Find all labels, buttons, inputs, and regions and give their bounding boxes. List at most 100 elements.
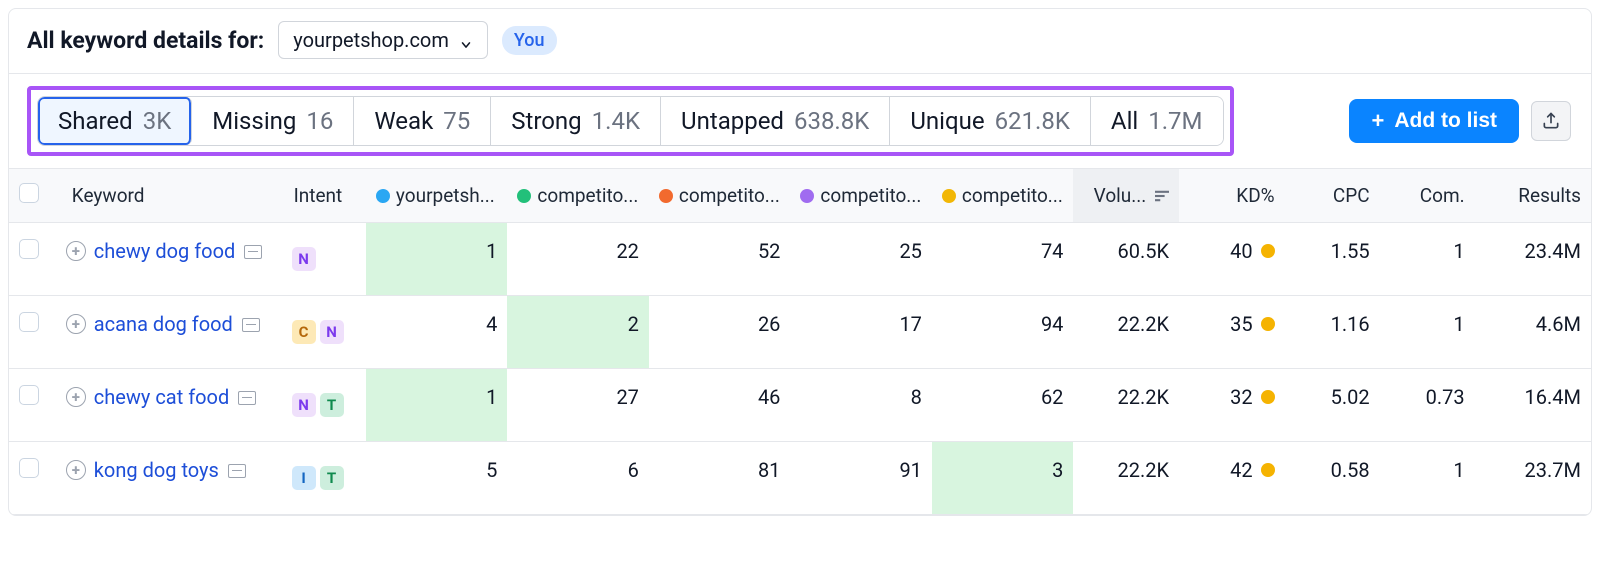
domain-select-value: yourpetshop.com [293,28,449,52]
col-competitor-1[interactable]: competito... [507,169,649,223]
filter-count: 1.4K [592,107,640,135]
you-badge: You [502,26,557,55]
filter-tab-weak[interactable]: Weak 75 [354,97,491,145]
filter-tab-strong[interactable]: Strong1.4K [491,97,661,145]
position-cell: 26 [649,296,791,368]
serp-icon[interactable] [238,391,256,405]
keyword-gap-panel: All keyword details for: yourpetshop.com… [8,8,1592,516]
position-cell: 4 [366,296,508,368]
filter-count: 621.8K [995,107,1070,135]
row-checkbox[interactable] [19,458,39,478]
cpc-cell: 1.55 [1285,223,1380,295]
add-to-list-button[interactable]: + Add to list [1349,99,1519,143]
table-row: +chewy dog food N12252257460.5K401.55123… [9,223,1591,296]
intent-badge: T [320,466,344,490]
intent-badge: N [292,247,316,271]
col-kd[interactable]: KD% [1179,169,1285,223]
filter-tab-shared[interactable]: Shared3K [38,97,192,145]
cpc-cell: 1.16 [1285,296,1380,368]
filter-label: Missing [212,107,296,135]
col-cpc[interactable]: CPC [1285,169,1380,223]
filter-tab-all[interactable]: All1.7M [1091,97,1223,145]
table-header-row: Keyword Intent yourpetsh... competito...… [9,169,1591,223]
col-competitor-2[interactable]: competito... [649,169,791,223]
position-cell: 94 [932,296,1074,368]
keyword-link[interactable]: acana dog food [94,312,233,336]
filter-label: Shared [58,107,133,135]
results-cell: 23.7M [1475,442,1591,514]
com-cell: 1 [1380,296,1475,368]
expand-icon[interactable]: + [66,241,86,261]
com-cell: 0.73 [1380,369,1475,441]
filter-segments: Shared3K Missing 16 Weak 75 Strong1.4KUntappe… [37,96,1224,146]
kd-dot-icon [1261,244,1275,258]
volume-cell: 60.5K [1073,223,1179,295]
keyword-link[interactable]: chewy dog food [94,239,235,263]
filter-tab-untapped[interactable]: Untapped638.8K [661,97,890,145]
keyword-link[interactable]: chewy cat food [94,385,229,409]
kd-dot-icon [1261,463,1275,477]
expand-icon[interactable]: + [66,387,86,407]
position-cell: 74 [932,223,1074,295]
filter-count: 638.8K [794,107,869,135]
intent-badge: C [292,320,316,344]
select-all-checkbox[interactable] [19,183,39,203]
intent-badge: I [292,466,316,490]
results-cell: 23.4M [1475,223,1591,295]
export-icon [1541,111,1561,131]
col-competitor-4[interactable]: competito... [932,169,1074,223]
domain-select[interactable]: yourpetshop.com [278,21,488,59]
serp-icon[interactable] [228,464,246,478]
results-cell: 4.6M [1475,296,1591,368]
keyword-table: Keyword Intent yourpetsh... competito...… [9,168,1591,515]
sort-icon [1155,184,1169,207]
position-cell: 62 [932,369,1074,441]
export-button[interactable] [1531,101,1571,141]
position-cell: 46 [649,369,791,441]
results-cell: 16.4M [1475,369,1591,441]
row-checkbox[interactable] [19,239,39,259]
table-row: +kong dog toys IT568191322.2K420.58123.7… [9,442,1591,515]
right-controls: + Add to list [1349,99,1591,143]
expand-icon[interactable]: + [66,460,86,480]
col-checkbox [9,169,62,223]
cpc-cell: 5.02 [1285,369,1380,441]
col-competitor-0[interactable]: yourpetsh... [366,169,508,223]
position-cell: 17 [790,296,932,368]
add-to-list-label: Add to list [1394,109,1497,133]
row-checkbox[interactable] [19,312,39,332]
position-cell: 8 [790,369,932,441]
position-cell: 2 [507,296,649,368]
col-intent[interactable]: Intent [284,169,366,223]
table-row: +chewy cat food NT1274686222.2K325.020.7… [9,369,1591,442]
volume-cell: 22.2K [1073,296,1179,368]
filter-tab-unique[interactable]: Unique621.8K [890,97,1091,145]
volume-cell: 22.2K [1073,369,1179,441]
position-cell: 3 [932,442,1074,514]
row-checkbox[interactable] [19,385,39,405]
serp-icon[interactable] [244,245,262,259]
kd-cell: 35 [1179,296,1285,368]
position-cell: 81 [649,442,791,514]
kd-dot-icon [1261,390,1275,404]
volume-cell: 22.2K [1073,442,1179,514]
position-cell: 25 [790,223,932,295]
filter-row: Shared3K Missing 16 Weak 75 Strong1.4KUntappe… [9,74,1591,168]
col-competitor-3[interactable]: competito... [790,169,932,223]
position-cell: 5 [366,442,508,514]
filter-count: 75 [443,107,470,135]
kd-dot-icon [1261,317,1275,331]
chevron-down-icon [459,33,473,47]
filter-label: Weak [374,107,433,135]
expand-icon[interactable]: + [66,314,86,334]
filter-tab-missing[interactable]: Missing 16 [192,97,354,145]
filter-count: 16 [306,107,333,135]
intent-badge: N [292,393,316,417]
col-keyword[interactable]: Keyword [62,169,284,223]
cpc-cell: 0.58 [1285,442,1380,514]
col-results[interactable]: Results [1475,169,1591,223]
serp-icon[interactable] [242,318,260,332]
col-volume[interactable]: Volu... [1073,169,1179,223]
keyword-link[interactable]: kong dog toys [94,458,219,482]
col-com[interactable]: Com. [1380,169,1475,223]
